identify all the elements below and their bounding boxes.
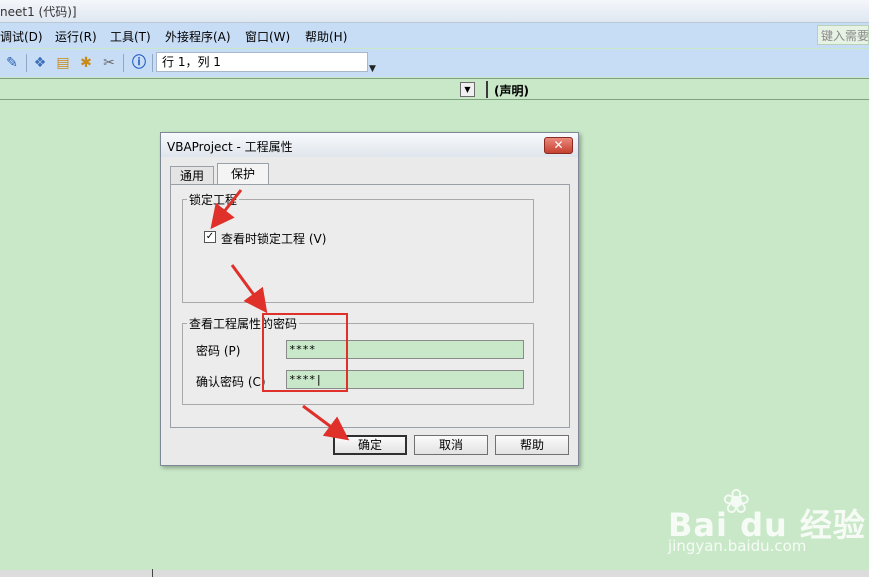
watermark-url: jingyan.baidu.com — [668, 537, 807, 555]
toolbox-icon[interactable]: ✂ — [99, 53, 119, 73]
menu-addins[interactable]: 外接程序(A) — [165, 28, 231, 45]
project-properties-dialog: VBAProject - 工程属性 ✕ 通用 保护 锁定工程 ✓ 查看时锁定工程… — [160, 132, 579, 466]
properties-window-icon[interactable]: ▤ — [53, 53, 73, 73]
help-icon[interactable]: ⓘ — [129, 53, 149, 73]
lock-for-viewing-label[interactable]: 查看时锁定工程 (V) — [221, 230, 326, 247]
object-browser-icon[interactable]: ✱ — [76, 53, 96, 73]
menu-tools[interactable]: 工具(T) — [110, 28, 151, 45]
toolbar-separator — [152, 54, 153, 72]
ok-button[interactable]: 确定 — [333, 435, 407, 455]
toolbar-separator — [26, 54, 27, 72]
close-button[interactable]: ✕ — [544, 137, 573, 154]
cursor-position: 行 1，列 1 — [156, 52, 368, 72]
menu-window[interactable]: 窗口(W) — [245, 28, 290, 45]
lock-group-legend: 锁定工程 — [187, 191, 240, 208]
object-procedure-bar: ▼ (声明) — [0, 78, 869, 100]
toolbar-options-chevron-icon[interactable]: ▼ — [369, 52, 379, 74]
help-button[interactable]: 帮助 — [495, 435, 569, 455]
password-label: 密码 (P) — [196, 344, 241, 358]
scrollbar-divider — [152, 569, 153, 577]
window-title: neet1 (代码)] — [0, 5, 77, 19]
toolbar: ✎ ❖ ▤ ✱ ✂ ⓘ 行 1，列 1 ▼ — [0, 49, 869, 77]
dropdown-divider — [486, 81, 488, 98]
highlight-rectangle — [262, 313, 348, 392]
toolbar-separator — [123, 54, 124, 72]
menu-run[interactable]: 运行(R) — [55, 28, 97, 45]
password-group — [182, 323, 534, 405]
project-explorer-icon[interactable]: ❖ — [30, 53, 50, 73]
window-title-bar: neet1 (代码)] — [0, 0, 869, 23]
procedure-dropdown[interactable]: (声明) — [494, 82, 529, 99]
object-dropdown-chevron-icon[interactable]: ▼ — [460, 82, 475, 97]
help-search-input[interactable]: 键入需要 — [817, 25, 869, 45]
dialog-title-bar[interactable]: VBAProject - 工程属性 ✕ — [161, 133, 578, 157]
menu-help[interactable]: 帮助(H) — [305, 28, 347, 45]
tab-general[interactable]: 通用 — [170, 166, 214, 185]
cancel-button[interactable]: 取消 — [414, 435, 488, 455]
dialog-title: VBAProject - 工程属性 — [167, 140, 293, 154]
menu-bar: 调试(D) 运行(R) 工具(T) 外接程序(A) 窗口(W) 帮助(H) 键入… — [0, 23, 869, 48]
design-mode-icon[interactable]: ✎ — [2, 53, 22, 73]
confirm-password-label: 确认密码 (C) — [196, 375, 266, 389]
horizontal-scrollbar[interactable] — [0, 570, 869, 577]
lock-project-group — [182, 199, 534, 303]
menu-debug[interactable]: 调试(D) — [0, 28, 43, 45]
tab-protection[interactable]: 保护 — [217, 163, 269, 185]
lock-for-viewing-checkbox[interactable]: ✓ — [204, 231, 216, 243]
